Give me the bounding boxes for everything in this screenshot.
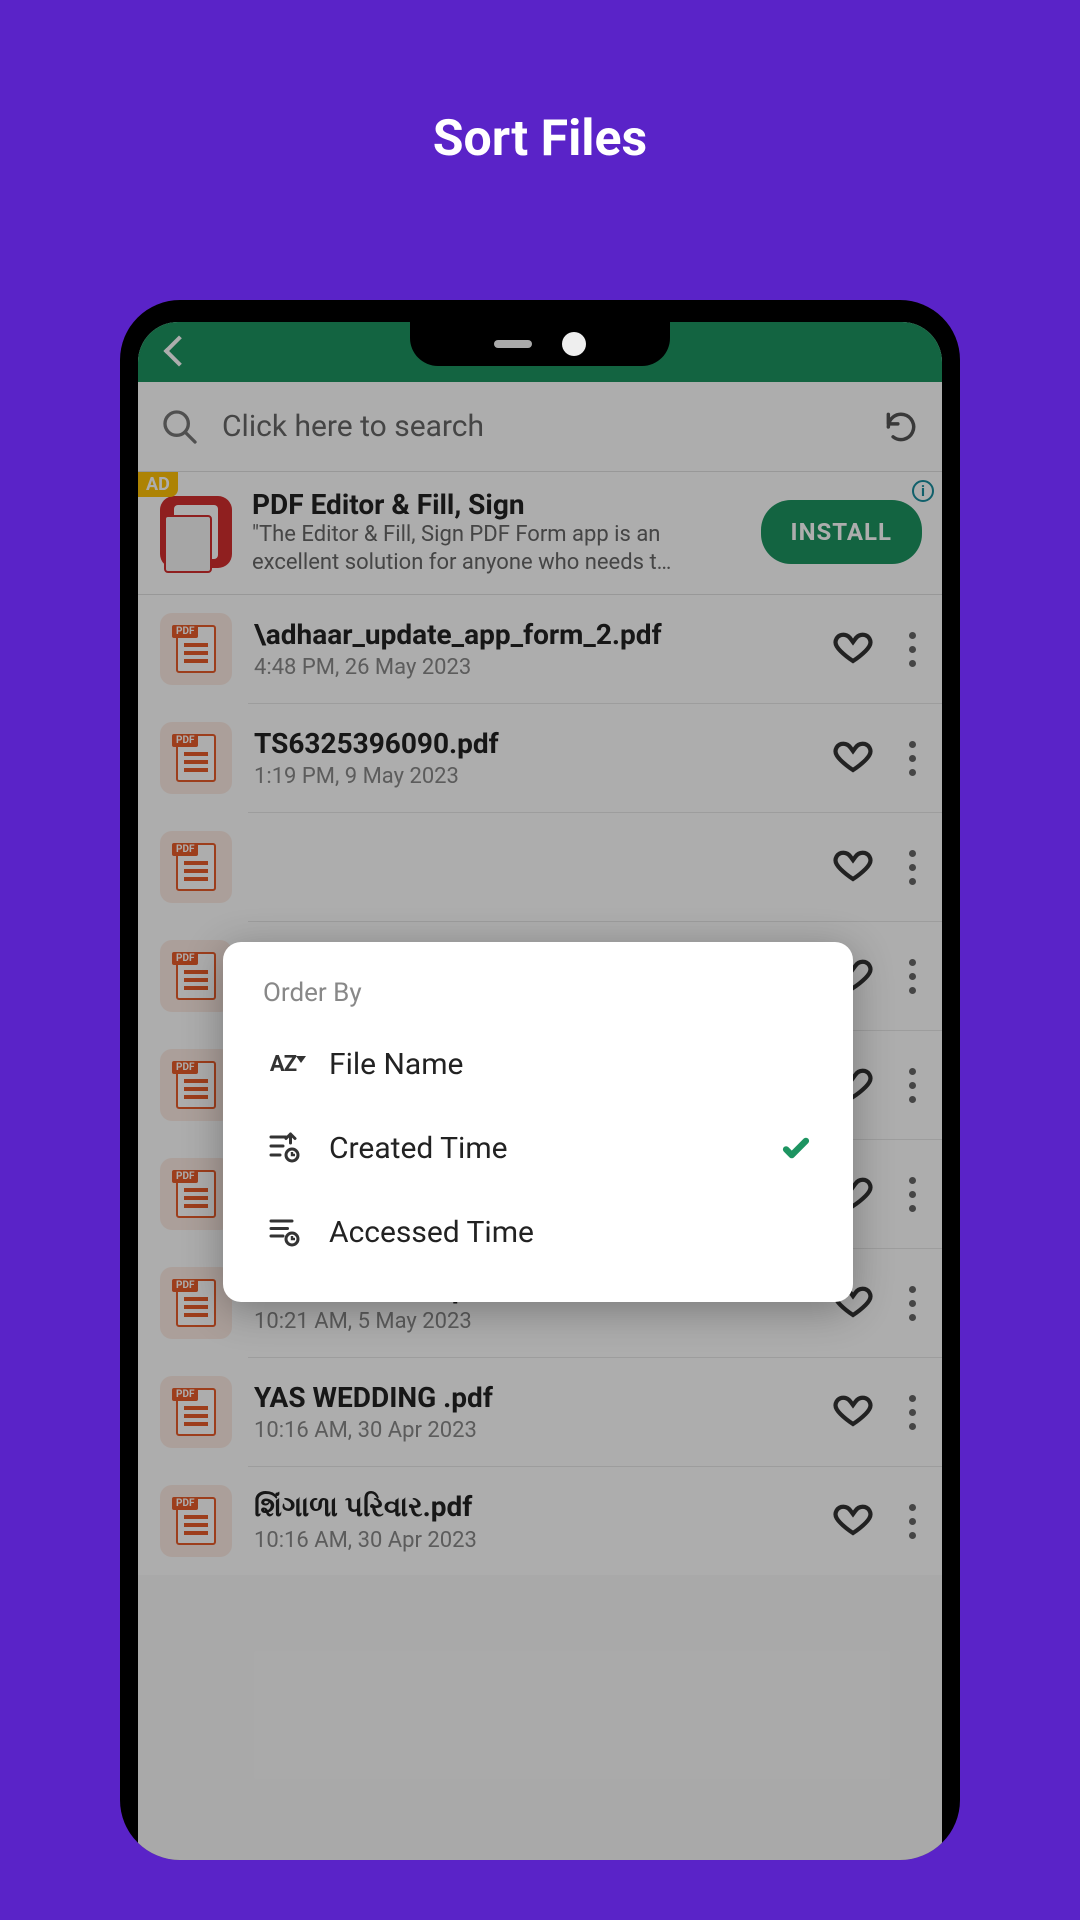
dialog-title: Order By xyxy=(223,978,853,1022)
sort-accessed-icon xyxy=(265,1212,301,1252)
check-icon xyxy=(779,1131,813,1165)
notch-camera xyxy=(562,332,586,356)
sort-option-label: Created Time xyxy=(329,1131,753,1166)
phone-frame: Click here to search AD i PDF Editor & F… xyxy=(120,300,960,1860)
sort-option[interactable]: AZ File Name xyxy=(223,1022,853,1106)
sort-option[interactable]: Accessed Time xyxy=(223,1190,853,1274)
sort-az-icon: AZ xyxy=(270,1052,296,1077)
app-screen: Click here to search AD i PDF Editor & F… xyxy=(138,322,942,1860)
notch-speaker xyxy=(494,340,532,348)
sort-option[interactable]: Created Time xyxy=(223,1106,853,1190)
page-title: Sort Files xyxy=(0,0,1080,168)
sort-dialog: Order By AZ File Name Created Time Accessed… xyxy=(223,942,853,1302)
sort-created-icon xyxy=(265,1128,301,1168)
sort-option-label: File Name xyxy=(329,1047,813,1082)
sort-option-label: Accessed Time xyxy=(329,1215,813,1250)
notch xyxy=(410,322,670,366)
